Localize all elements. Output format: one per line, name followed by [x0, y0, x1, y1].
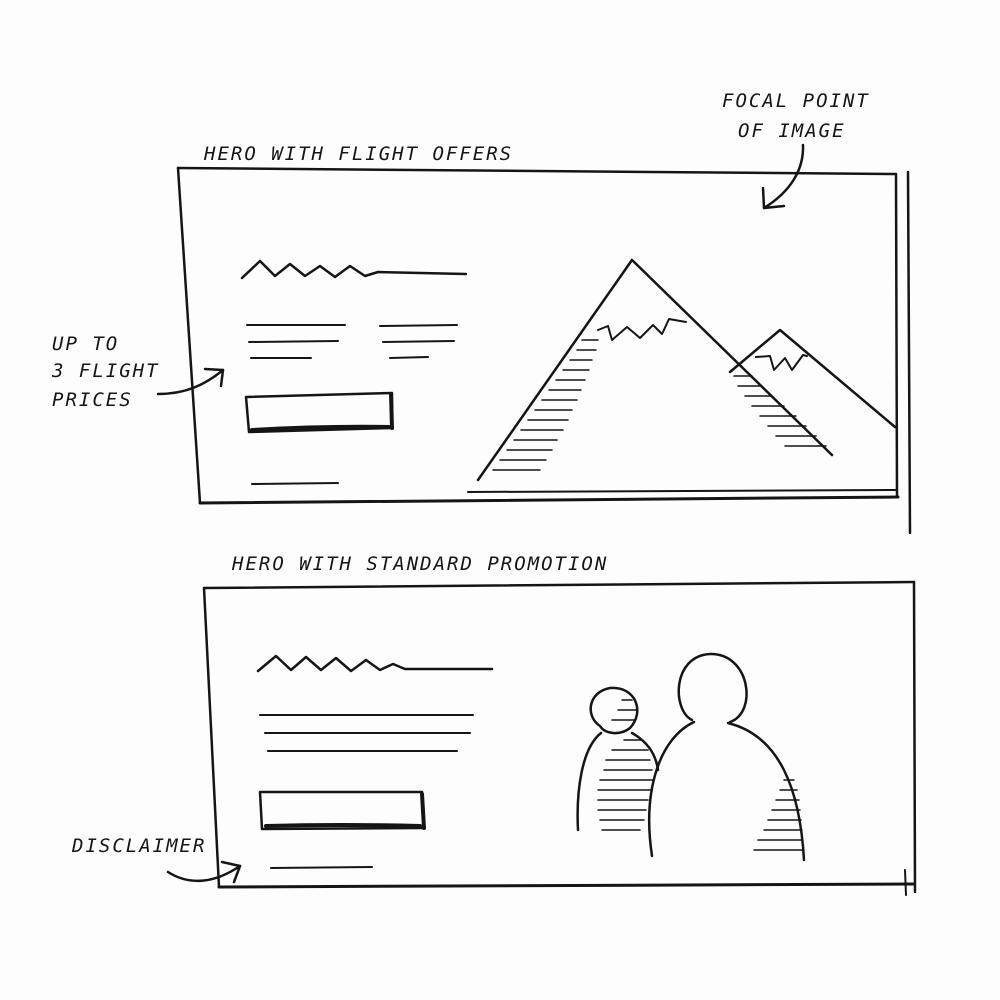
flight-price-lines	[246, 324, 458, 359]
annotation-focal-point: FOCAL POINT OF IMAGE	[722, 90, 870, 210]
flight-prices-label-line3: PRICES	[52, 389, 133, 411]
flight-prices-label-line2: 3 FLIGHT	[51, 360, 160, 382]
wireframe-flight-offers: HERO WITH FLIGHT OFFERS	[176, 143, 912, 535]
flight-prices-label-line1: UP TO	[52, 333, 119, 355]
wireframe-standard-promotion: HERO WITH STANDARD PROMOTION	[202, 553, 917, 896]
arrowhead-icon	[761, 186, 786, 210]
wireframe-title-standard-promotion: HERO WITH STANDARD PROMOTION	[231, 553, 608, 575]
hero-frame-flight-offers	[176, 166, 912, 535]
mountain-illustration	[476, 258, 897, 482]
headline-scribble	[240, 259, 468, 280]
cta-button-flight[interactable]	[244, 391, 394, 434]
focal-point-label-line1: FOCAL POINT	[722, 90, 870, 112]
wireframe-title-flight-offers: HERO WITH FLIGHT OFFERS	[203, 143, 513, 165]
headline-scribble	[256, 654, 494, 673]
people-illustration	[576, 652, 806, 862]
sketch-page: HERO WITH FLIGHT OFFERS HERO WITH STANDA…	[0, 0, 1000, 1000]
disclaimer-line	[270, 866, 373, 869]
hero-frame-standard-promotion	[202, 580, 917, 896]
cta-button-promotion[interactable]	[258, 790, 426, 831]
disclaimer-label: DISCLAIMER	[71, 835, 206, 857]
wireframe-sketch: HERO WITH FLIGHT OFFERS HERO WITH STANDA…	[51, 90, 917, 896]
annotation-disclaimer: DISCLAIMER	[71, 835, 242, 884]
disclaimer-line	[251, 482, 339, 485]
arrow-icon	[166, 864, 242, 883]
arrow-icon	[762, 143, 805, 210]
annotation-flight-prices: UP TO 3 FLIGHT PRICES	[51, 333, 225, 411]
promotion-copy-lines	[259, 714, 474, 752]
focal-point-label-line2: OF IMAGE	[738, 120, 846, 142]
